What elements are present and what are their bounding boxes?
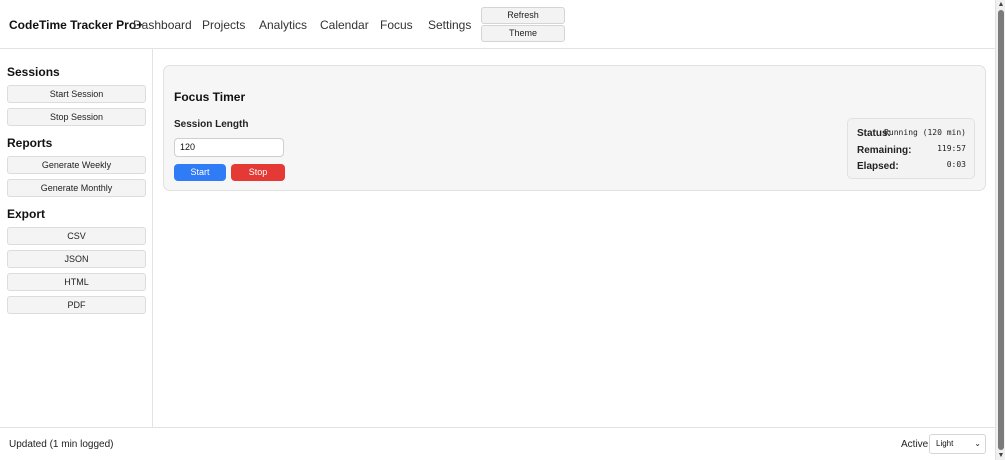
refresh-button[interactable]: Refresh [481, 7, 565, 24]
start-button[interactable]: Start [174, 164, 226, 181]
remaining-value: 119:57 [937, 144, 966, 153]
start-session-button[interactable]: Start Session [7, 85, 146, 103]
theme-select-value: Light [936, 439, 954, 448]
app-brand: CodeTime Tracker Pro+ [9, 18, 144, 32]
theme-button[interactable]: Theme [481, 25, 565, 42]
top-navbar: CodeTime Tracker Pro+ Dashboard Projects… [0, 0, 995, 49]
nav-dashboard[interactable]: Dashboard [133, 18, 192, 32]
scroll-down-icon[interactable]: ▼ [997, 451, 1005, 460]
status-value: Running (120 min) [884, 128, 966, 137]
nav-analytics[interactable]: Analytics [259, 18, 307, 32]
session-length-label: Session Length [174, 119, 249, 130]
nav-projects[interactable]: Projects [202, 18, 245, 32]
stop-button[interactable]: Stop [231, 164, 285, 181]
reports-heading: Reports [7, 136, 53, 150]
card-title: Focus Timer [174, 90, 246, 104]
export-pdf-button[interactable]: PDF [7, 296, 146, 314]
nav-calendar[interactable]: Calendar [320, 18, 369, 32]
page-scrollbar[interactable]: ▲ ▼ [995, 0, 1005, 460]
export-json-button[interactable]: JSON [7, 250, 146, 268]
elapsed-label: Elapsed: [857, 161, 899, 172]
session-length-input[interactable]: 120 [174, 138, 284, 157]
sidebar: Sessions Start Session Stop Session Repo… [0, 49, 153, 427]
export-heading: Export [7, 207, 46, 221]
generate-monthly-button[interactable]: Generate Monthly [7, 179, 146, 197]
remaining-label: Remaining: [857, 145, 912, 156]
export-html-button[interactable]: HTML [7, 273, 146, 291]
sessions-heading: Sessions [7, 65, 60, 79]
theme-select[interactable]: Light ⌄ [929, 434, 986, 454]
nav-settings[interactable]: Settings [428, 18, 471, 32]
footer-bar: Updated (1 min logged) Active Light ⌄ [0, 427, 995, 460]
scroll-up-icon[interactable]: ▲ [997, 0, 1005, 9]
focus-timer-card: Focus Timer Session Length 120 Start Sto… [163, 65, 986, 191]
chevron-down-icon: ⌄ [974, 439, 981, 448]
timer-status-box: Status: Running (120 min) Remaining: 119… [847, 118, 975, 179]
scrollbar-thumb[interactable] [998, 10, 1004, 450]
footer-status-text: Updated (1 min logged) [9, 439, 114, 450]
generate-weekly-button[interactable]: Generate Weekly [7, 156, 146, 174]
elapsed-value: 0:03 [946, 160, 966, 169]
nav-focus[interactable]: Focus [380, 18, 413, 32]
export-csv-button[interactable]: CSV [7, 227, 146, 245]
stop-session-button[interactable]: Stop Session [7, 108, 146, 126]
active-label: Active [901, 439, 929, 450]
